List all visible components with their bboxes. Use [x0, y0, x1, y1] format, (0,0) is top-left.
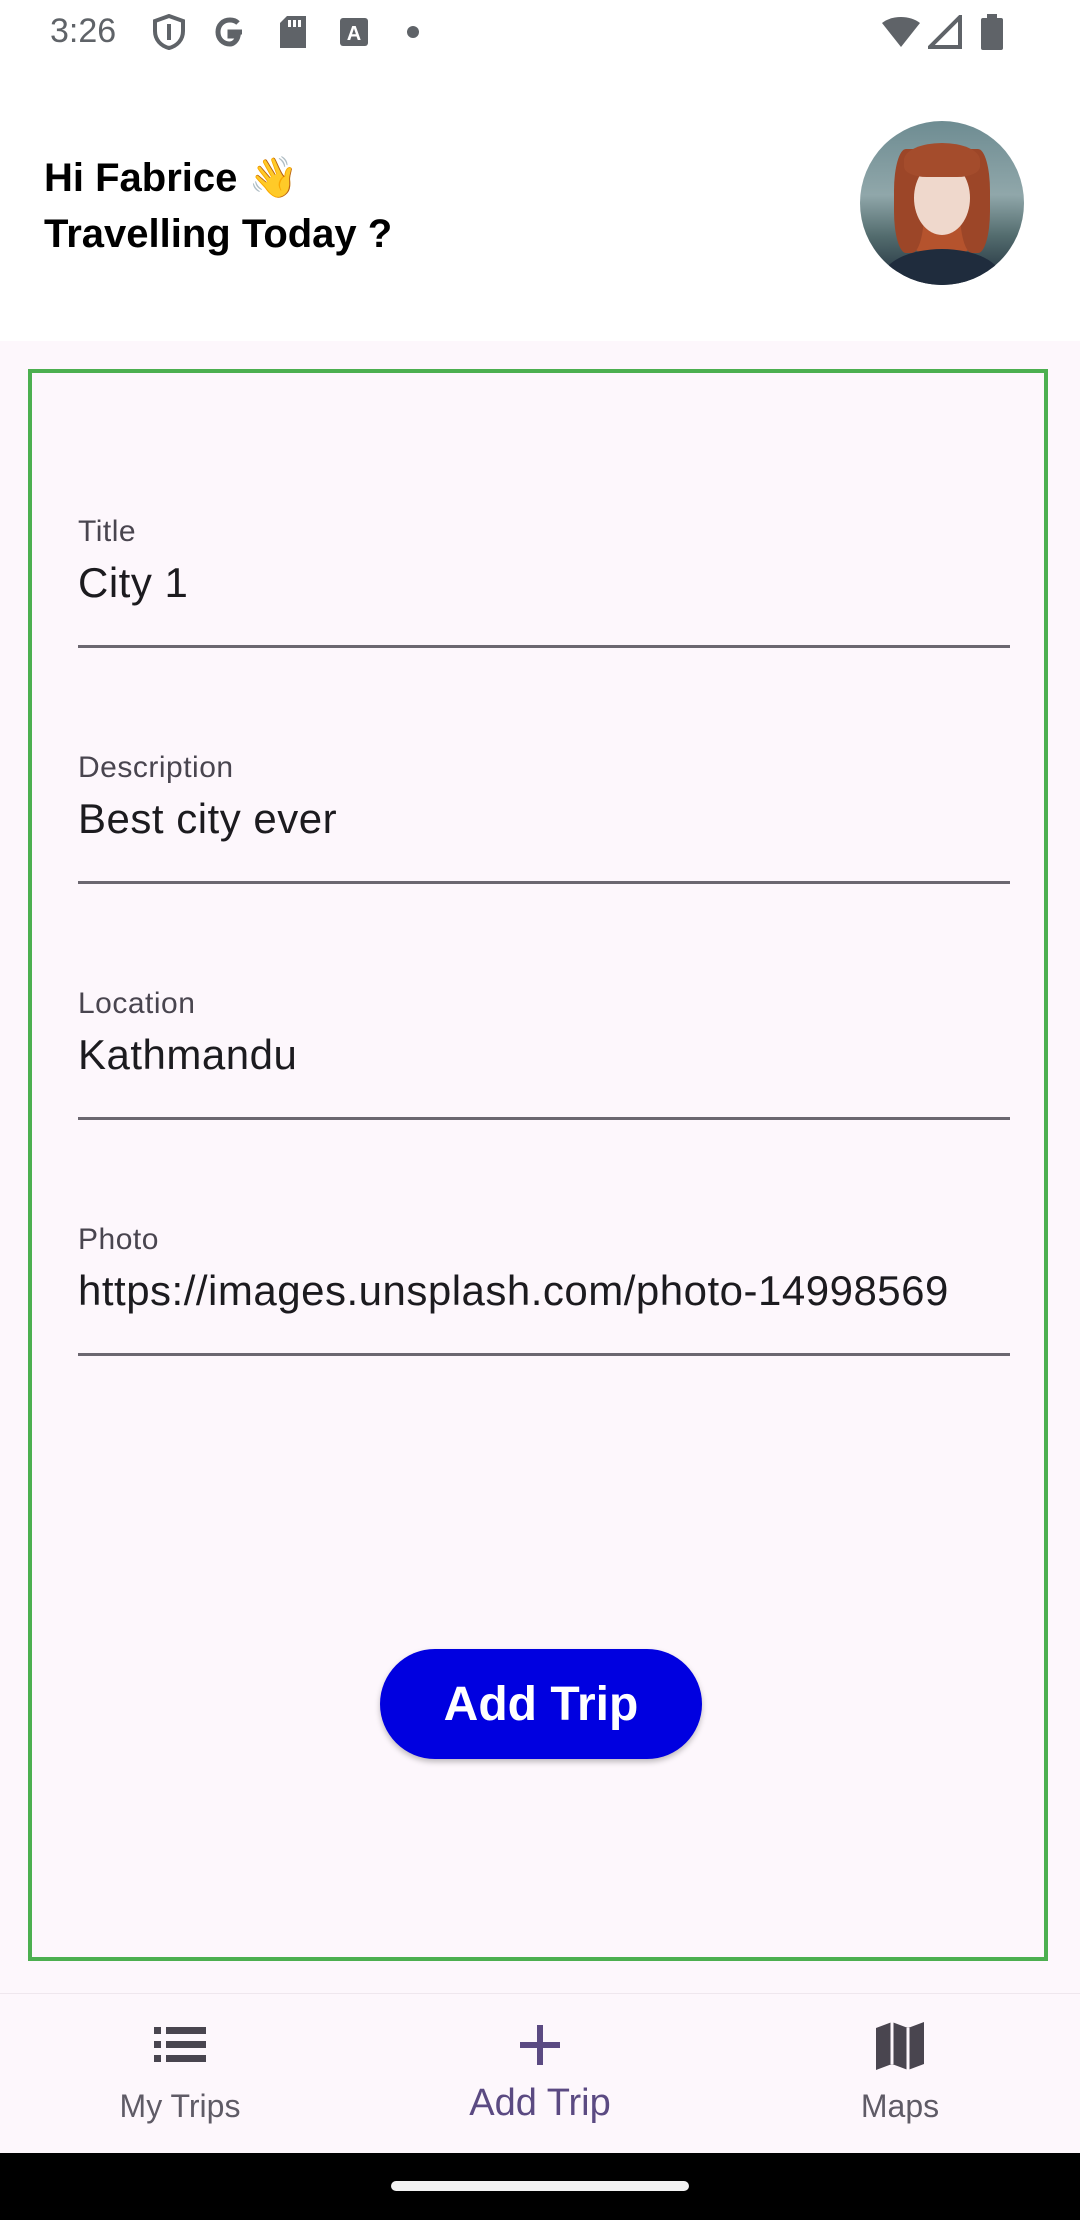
wifi-icon	[880, 14, 922, 50]
bottom-nav: My Trips Add Trip Maps	[0, 1993, 1080, 2154]
description-label: Description	[78, 751, 234, 784]
signal-icon	[928, 14, 962, 50]
title-field[interactable]: Title City 1	[78, 515, 1010, 651]
avatar-shoulders	[882, 249, 1002, 285]
description-input[interactable]: Best city ever	[78, 795, 1010, 843]
location-underline	[78, 1117, 1010, 1120]
description-field[interactable]: Description Best city ever	[78, 751, 1010, 887]
avatar-hair-top	[904, 143, 980, 177]
nav-label-my-trips: My Trips	[119, 2088, 241, 2124]
title-underline	[78, 645, 1010, 648]
greeting: Hi Fabrice 👋 Travelling Today ?	[44, 150, 392, 262]
location-field[interactable]: Location Kathmandu	[78, 987, 1010, 1123]
nav-item-my-trips[interactable]: My Trips	[0, 1994, 360, 2154]
nav-label-add-trip: Add Trip	[469, 2082, 611, 2124]
location-input[interactable]: Kathmandu	[78, 1031, 1010, 1079]
add-trip-button[interactable]: Add Trip	[380, 1649, 702, 1759]
svg-text:A: A	[347, 23, 361, 45]
google-icon	[212, 14, 248, 50]
nav-item-maps[interactable]: Maps	[720, 1994, 1080, 2154]
photo-label: Photo	[78, 1223, 159, 1256]
system-nav-bar	[0, 2153, 1080, 2220]
photo-underline	[78, 1353, 1010, 1356]
status-time: 3:26	[50, 12, 117, 50]
title-label: Title	[78, 515, 137, 548]
greeting-name: Hi Fabrice	[44, 156, 238, 200]
wave-icon: 👋	[248, 155, 299, 201]
text-icon: A	[338, 14, 370, 50]
location-label: Location	[78, 987, 196, 1020]
home-indicator[interactable]	[391, 2181, 689, 2191]
greeting-line-1: Hi Fabrice 👋	[44, 150, 392, 206]
map-icon	[720, 2020, 1080, 2072]
dot-icon	[406, 14, 420, 50]
add-trip-form: Title City 1 Description Best city ever …	[28, 369, 1048, 1961]
sd-card-icon	[278, 14, 308, 50]
battery-icon	[980, 14, 1004, 50]
description-underline	[78, 881, 1010, 884]
photo-field[interactable]: Photo https://images.unsplash.com/photo-…	[78, 1223, 1010, 1359]
greeting-line-2: Travelling Today ?	[44, 212, 393, 256]
nav-item-add-trip[interactable]: Add Trip	[360, 1994, 720, 2154]
plus-icon	[360, 2024, 720, 2066]
photo-input[interactable]: https://images.unsplash.com/photo-149985…	[78, 1267, 1010, 1315]
title-input[interactable]: City 1	[78, 559, 1010, 607]
content-area: Title City 1 Description Best city ever …	[0, 341, 1080, 1993]
nav-label-maps: Maps	[860, 2088, 940, 2124]
status-bar: 3:26 A	[0, 0, 1080, 66]
avatar[interactable]	[860, 121, 1024, 285]
header: Hi Fabrice 👋 Travelling Today ?	[0, 66, 1080, 341]
shield-icon	[152, 14, 186, 50]
list-icon	[0, 2024, 360, 2064]
